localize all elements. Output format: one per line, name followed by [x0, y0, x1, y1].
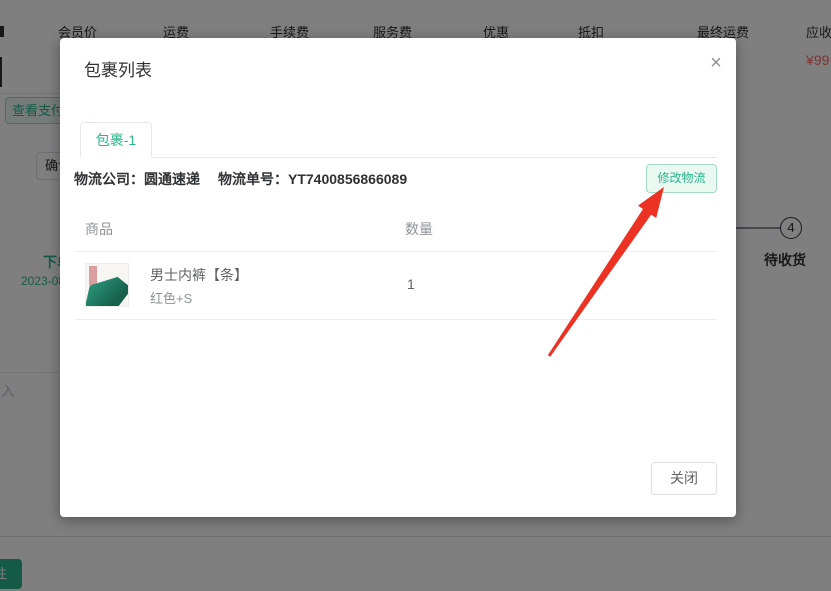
logistics-info: 物流公司：圆通速递 物流单号：YT7400856866089 — [74, 169, 407, 189]
tracking-number-value: YT7400856866089 — [288, 171, 407, 187]
logistics-company-label: 物流公司： — [74, 171, 144, 187]
tracking-number-label: 物流单号： — [218, 171, 288, 187]
product-quantity: 1 — [407, 276, 415, 292]
package-list-dialog: 包裹列表 × 包裹-1 物流公司：圆通速递 物流单号：YT740085686608… — [60, 38, 736, 517]
column-header-quantity: 数量 — [405, 219, 433, 239]
product-spec: 红色+S — [150, 288, 192, 307]
edit-logistics-button[interactable]: 修改物流 — [646, 164, 717, 193]
close-icon[interactable]: × — [704, 51, 728, 75]
table-header-row: 商品 数量 — [75, 204, 717, 252]
product-name: 男士内裤【条】 — [150, 265, 248, 285]
package-items-table: 商品 数量 男士内裤【条】 红色+S 1 — [75, 204, 717, 320]
dialog-title: 包裹列表 — [84, 56, 152, 81]
product-image-detail — [89, 266, 97, 285]
logistics-company-value: 圆通速递 — [144, 171, 200, 187]
close-button[interactable]: 关闭 — [651, 462, 717, 495]
product-image — [85, 263, 129, 307]
table-row: 男士内裤【条】 红色+S 1 — [75, 252, 717, 320]
column-header-product: 商品 — [85, 219, 113, 239]
tab-package-1[interactable]: 包裹-1 — [80, 122, 152, 158]
tab-bar-border — [80, 157, 717, 158]
